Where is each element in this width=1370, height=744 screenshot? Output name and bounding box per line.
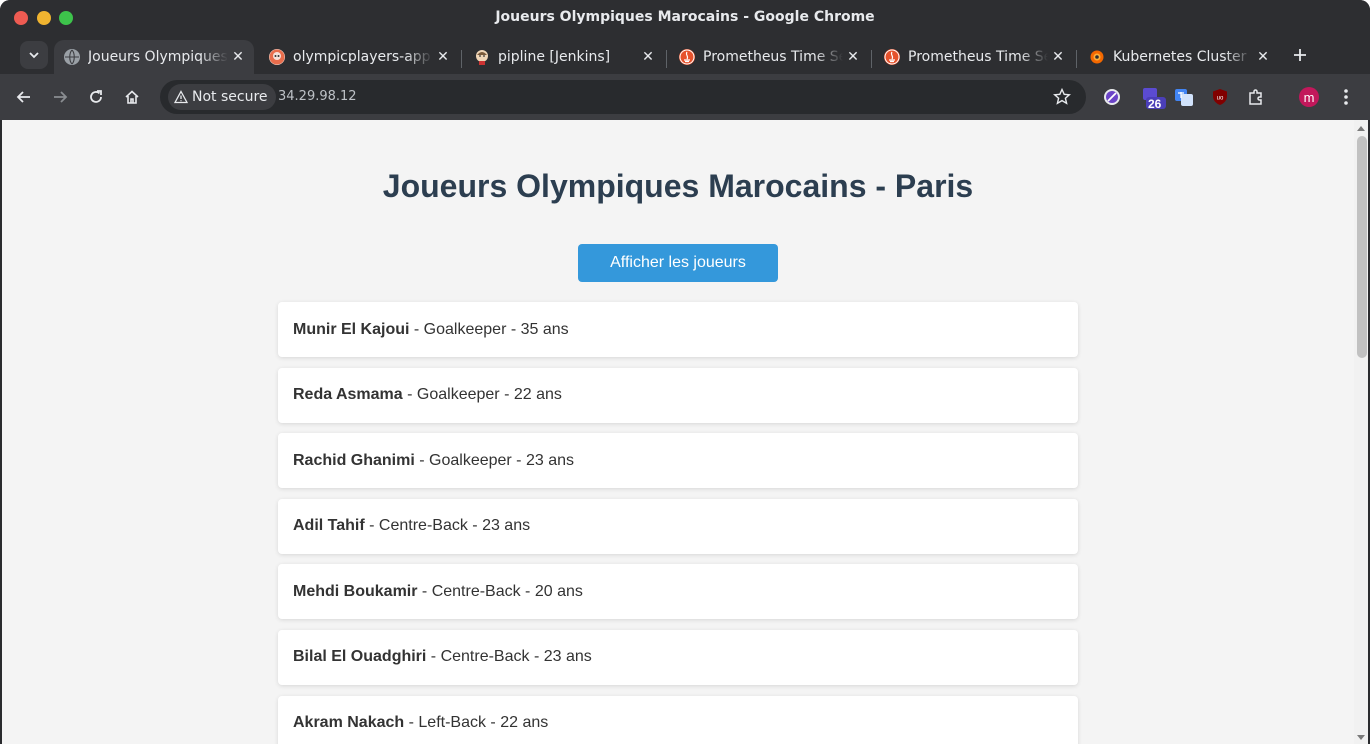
tab-separator (1076, 50, 1077, 68)
tab-olympicplayers-app[interactable]: olympicplayers-app ✕ (259, 40, 459, 74)
browser-toolbar: Not secure 34.29.98.12 26 uo m (0, 74, 1370, 120)
arrow-right-icon (54, 91, 68, 103)
tab-label: Prometheus Time Series (908, 49, 1048, 65)
player-details: - Goalkeeper - 22 ans (402, 386, 562, 404)
tab-label: olympicplayers-app (293, 49, 431, 65)
player-details: - Centre-Back - 23 ans (364, 517, 531, 535)
ublock-extension-icon[interactable]: uo (1209, 86, 1231, 108)
player-name: Adil Tahif (293, 517, 365, 535)
menu-button[interactable] (1335, 86, 1357, 108)
argocd-icon (269, 49, 285, 65)
player-name: Bilal El Ouadghiri (293, 648, 427, 666)
tab-close-icon[interactable]: ✕ (1253, 47, 1273, 67)
player-card: Adil Tahif - Centre-Back - 23 ans (278, 498, 1078, 554)
page-content: Joueurs Olympiques Marocains - Paris Aff… (2, 120, 1354, 744)
scrollbar-thumb[interactable] (1357, 136, 1367, 358)
security-indicator[interactable]: Not secure (168, 84, 276, 110)
tab-label: pipline [Jenkins] (498, 49, 611, 65)
window-title: Joueurs Olympiques Marocains - Google Ch… (495, 9, 875, 25)
globe-icon (64, 49, 80, 65)
player-name: Munir El Kajoui (293, 320, 410, 338)
address-bar[interactable]: Not secure 34.29.98.12 (160, 80, 1086, 114)
plus-icon (1294, 49, 1306, 61)
tab-separator (461, 50, 462, 68)
player-name: Rachid Ghanimi (293, 451, 415, 469)
tab-jenkins[interactable]: pipline [Jenkins] ✕ (464, 40, 664, 74)
tab-close-icon[interactable]: ✕ (843, 47, 863, 67)
tab-close-icon[interactable]: ✕ (228, 47, 248, 67)
warning-icon (174, 90, 188, 104)
svg-text:uo: uo (1217, 96, 1224, 102)
player-card: Mehdi Boukamir - Centre-Back - 20 ans (278, 564, 1078, 620)
tab-strip: Joueurs Olympiques Marocains ✕ olympicpl… (0, 36, 1370, 74)
tab-joueurs[interactable]: Joueurs Olympiques Marocains ✕ (54, 40, 254, 74)
tab-separator (871, 50, 872, 68)
player-name: Reda Asmama (293, 386, 403, 404)
home-button[interactable] (118, 83, 146, 111)
scroll-up-arrow-icon[interactable] (1357, 126, 1365, 131)
forward-button[interactable] (46, 83, 74, 111)
scroll-down-arrow-icon[interactable] (1357, 735, 1365, 740)
translate-extension-icon[interactable] (1173, 86, 1195, 108)
tab-close-icon[interactable]: ✕ (1048, 47, 1068, 67)
tab-close-icon[interactable]: ✕ (433, 47, 453, 67)
tab-label: Kubernetes Cluster (1113, 49, 1247, 65)
player-details: - Left-Back - 22 ans (404, 714, 549, 732)
player-list: Munir El Kajoui - Goalkeeper - 35 ans Re… (278, 302, 1078, 744)
bookmark-star-icon[interactable] (1052, 87, 1072, 107)
tab-prometheus-1[interactable]: Prometheus Time Series ✕ (669, 40, 869, 74)
reload-icon (90, 90, 102, 103)
show-players-button[interactable]: Afficher les joueurs (578, 244, 778, 282)
player-card: Bilal El Ouadghiri - Centre-Back - 23 an… (278, 629, 1078, 685)
reload-button[interactable] (82, 83, 110, 111)
tab-prometheus-2[interactable]: Prometheus Time Series ✕ (874, 40, 1074, 74)
kebab-menu-icon (1344, 89, 1348, 105)
tab-label: Joueurs Olympiques Marocains (88, 49, 228, 65)
jenkins-icon (474, 49, 490, 65)
tab-close-icon[interactable]: ✕ (638, 47, 658, 67)
player-details: - Centre-Back - 20 ans (417, 582, 583, 600)
grafana-icon (1089, 49, 1105, 65)
player-card: Reda Asmama - Goalkeeper - 22 ans (278, 367, 1078, 423)
back-button[interactable] (10, 83, 38, 111)
player-card: Akram Nakach - Left-Back - 22 ans (278, 695, 1078, 744)
profile-avatar[interactable]: m (1298, 86, 1320, 108)
player-details: - Centre-Back - 23 ans (426, 648, 592, 666)
tab-separator (666, 50, 667, 68)
tab-label: Prometheus Time Series (703, 49, 843, 65)
player-details: - Goalkeeper - 35 ans (409, 320, 569, 338)
browser-window: Joueurs Olympiques Marocains - Google Ch… (0, 0, 1370, 744)
avatar: m (1299, 87, 1319, 107)
url-text[interactable]: 34.29.98.12 (278, 89, 357, 104)
extension-badge: 26 (1148, 97, 1162, 111)
tab-search-button[interactable] (20, 41, 48, 69)
vertical-scrollbar[interactable] (1354, 120, 1368, 744)
title-bar: Joueurs Olympiques Marocains - Google Ch… (0, 0, 1370, 36)
extensions-puzzle-icon[interactable] (1245, 86, 1267, 108)
page-title: Joueurs Olympiques Marocains - Paris (382, 168, 974, 204)
security-label: Not secure (192, 89, 268, 105)
player-card: Munir El Kajoui - Goalkeeper - 35 ans (278, 302, 1078, 357)
privacy-extension-icon[interactable] (1101, 86, 1123, 108)
prometheus-icon (679, 49, 695, 65)
prometheus-icon (884, 49, 900, 65)
home-icon (125, 90, 139, 104)
calendar-extension-icon[interactable]: 26 (1140, 86, 1166, 111)
tab-kubernetes-cluster[interactable]: Kubernetes Cluster ✕ (1079, 40, 1279, 74)
chevron-down-icon (29, 52, 39, 59)
player-name: Akram Nakach (293, 714, 405, 732)
player-name: Mehdi Boukamir (293, 582, 418, 600)
player-details: - Goalkeeper - 23 ans (414, 451, 574, 469)
new-tab-button[interactable] (1288, 43, 1312, 67)
arrow-left-icon (16, 91, 30, 103)
player-card: Rachid Ghanimi - Goalkeeper - 23 ans (278, 433, 1078, 489)
